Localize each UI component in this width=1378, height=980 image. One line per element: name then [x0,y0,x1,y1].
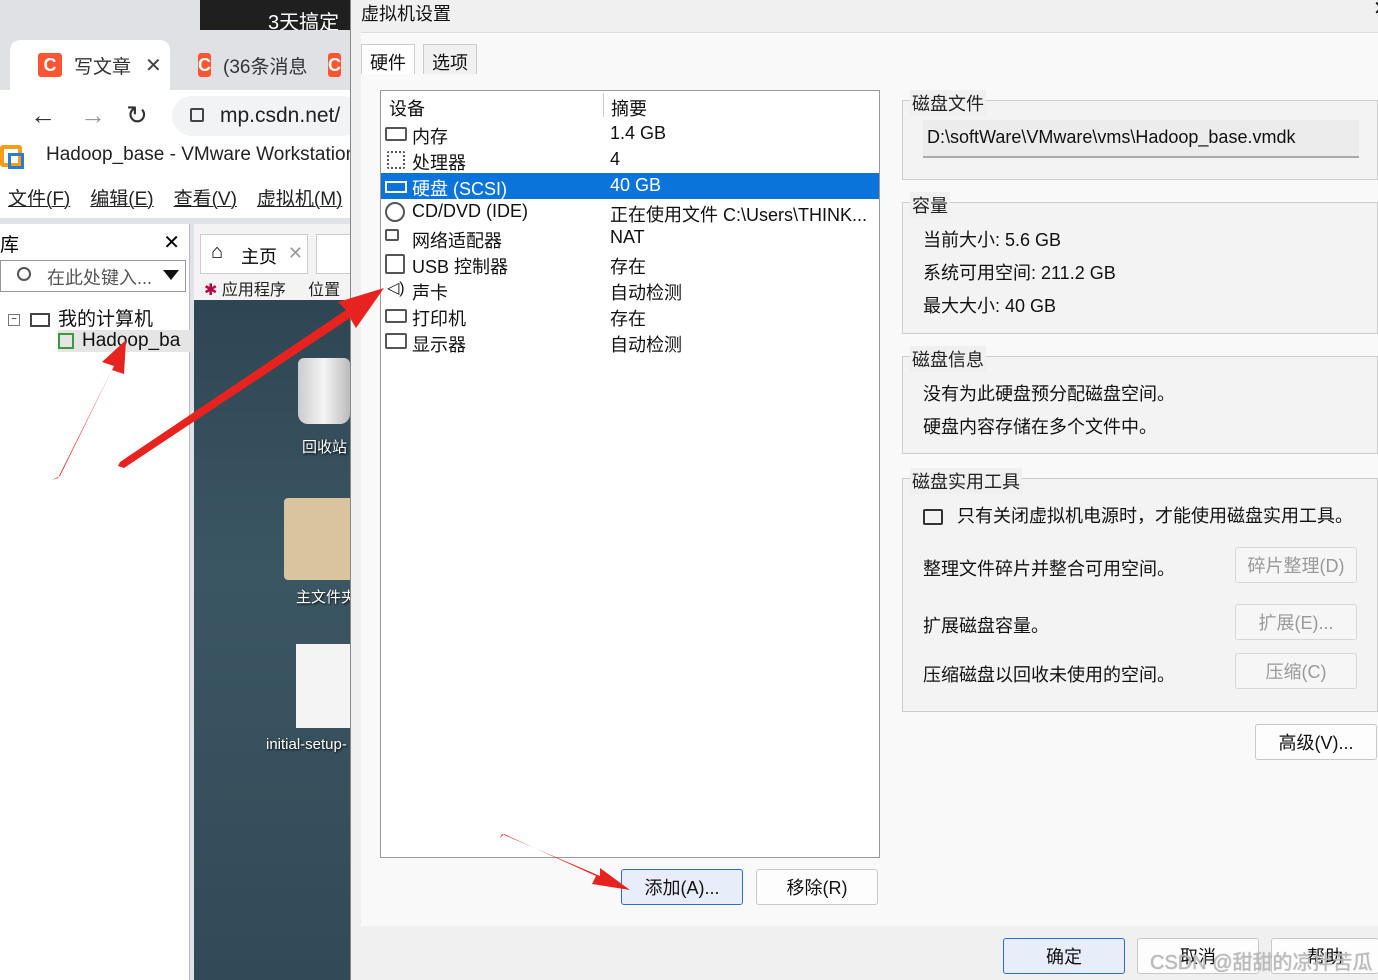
annotation-arrows [52,288,630,890]
annotation-arrow-soundcard [118,288,384,468]
annotation-arrow-add [500,834,630,890]
csdn-watermark: CSDN @甜甜的凉拌苦瓜 [1150,952,1373,974]
annotation-arrow-tree [52,340,126,480]
